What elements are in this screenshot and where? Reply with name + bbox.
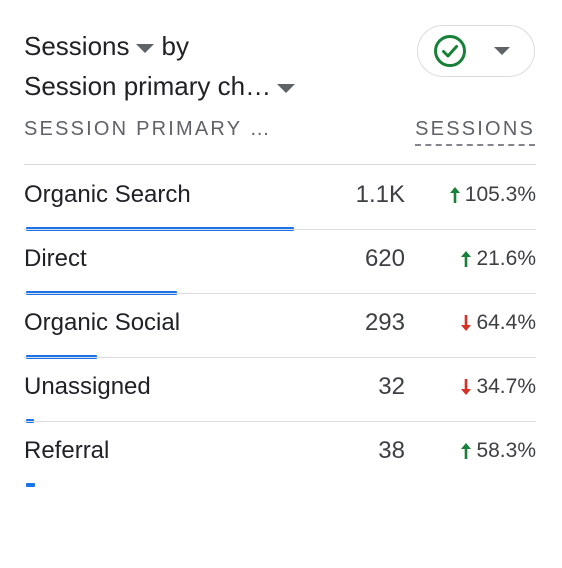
metric-selector[interactable]: Sessions bbox=[24, 26, 158, 66]
row-sessions-value: 38 bbox=[378, 437, 405, 464]
card-title: Sessions by Session primary ch… bbox=[24, 26, 299, 106]
dimension-column-header[interactable]: SESSION PRIMARY … bbox=[24, 118, 272, 141]
sessions-column-header[interactable]: SESSIONS bbox=[415, 118, 535, 146]
table-row[interactable]: Organic Social 293 64.4% bbox=[24, 293, 536, 359]
arrow-down-icon bbox=[460, 314, 472, 332]
arrow-up-icon bbox=[449, 186, 461, 204]
row-change-percent: 64.4% bbox=[476, 311, 536, 334]
row-label: Organic Search bbox=[24, 181, 191, 208]
row-change: 105.3% bbox=[449, 183, 536, 207]
table-row[interactable]: Direct 620 21.6% bbox=[24, 229, 536, 295]
row-sessions-value: 32 bbox=[378, 373, 405, 400]
row-change-percent: 105.3% bbox=[464, 183, 536, 206]
status-menu-button[interactable] bbox=[417, 25, 535, 77]
arrow-up-icon bbox=[460, 442, 472, 460]
title-metric-line: Sessions by bbox=[24, 26, 299, 66]
row-label: Organic Social bbox=[24, 309, 181, 336]
row-change-percent: 58.3% bbox=[476, 439, 536, 462]
row-change: 58.3% bbox=[460, 439, 536, 463]
row-label: Referral bbox=[24, 437, 110, 464]
title-dimension-line: Session primary ch… bbox=[24, 66, 299, 106]
table-row[interactable]: Unassigned 32 34.7% bbox=[24, 357, 536, 423]
row-sessions-value: 620 bbox=[364, 245, 405, 272]
table-row[interactable]: Referral 38 58.3% bbox=[24, 421, 536, 487]
row-label: Direct bbox=[24, 245, 87, 272]
metric-dropdown-icon[interactable] bbox=[135, 43, 154, 53]
row-label: Unassigned bbox=[24, 373, 151, 400]
arrow-up-icon bbox=[460, 250, 472, 268]
dimension-selector[interactable]: Session primary ch… bbox=[24, 66, 299, 106]
table-row[interactable]: Organic Search 1.1K 105.3% bbox=[24, 165, 536, 231]
row-change-percent: 34.7% bbox=[476, 375, 536, 398]
row-change: 64.4% bbox=[460, 311, 536, 335]
arrow-down-icon bbox=[460, 378, 472, 396]
metric-name: Sessions bbox=[24, 31, 130, 61]
row-sessions-value: 293 bbox=[364, 309, 405, 336]
title-connector: by bbox=[161, 31, 189, 61]
row-change: 21.6% bbox=[460, 247, 536, 271]
check-circle-icon bbox=[433, 34, 467, 68]
row-share-bar bbox=[26, 483, 35, 487]
chevron-down-icon bbox=[494, 47, 510, 55]
row-sessions-value: 1.1K bbox=[355, 181, 405, 208]
row-change: 34.7% bbox=[460, 375, 536, 399]
dimension-dropdown-icon[interactable] bbox=[277, 83, 296, 93]
row-change-percent: 21.6% bbox=[476, 247, 536, 270]
dimension-name: Session primary ch… bbox=[24, 71, 272, 101]
